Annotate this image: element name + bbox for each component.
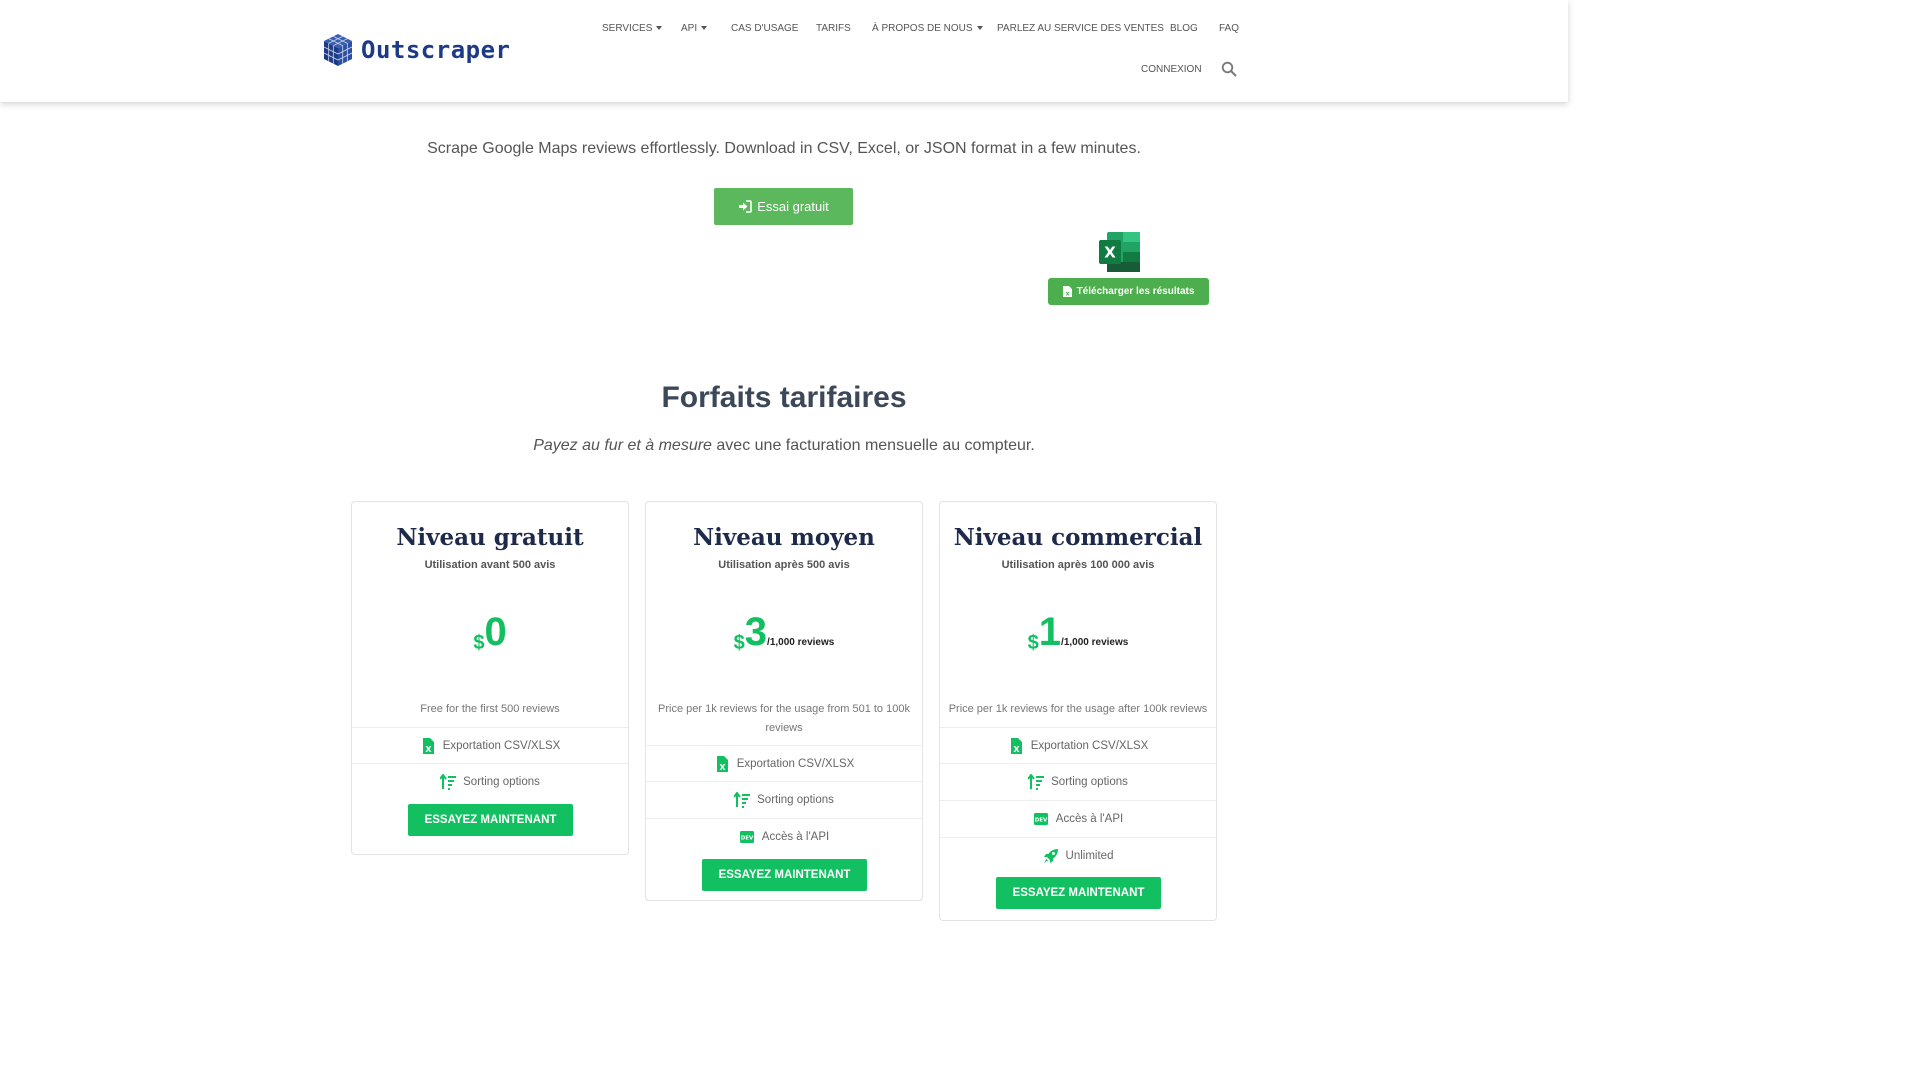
svg-text:DEV: DEV xyxy=(1035,818,1048,824)
feature-label: Sorting options xyxy=(463,776,540,788)
feature-label: Exportation CSV/XLSX xyxy=(442,740,561,752)
dev-icon: DEV xyxy=(739,831,754,843)
svg-text:X: X xyxy=(425,745,432,754)
svg-text:x: x xyxy=(1065,291,1069,298)
plan-card-free: Niveau gratuit Utilisation avant 500 avi… xyxy=(351,501,629,855)
nav-services-label: SERVICES xyxy=(602,23,653,34)
plan-usage: Utilisation après 500 avis xyxy=(718,559,850,571)
download-results-label: Télécharger les résultats xyxy=(1076,286,1195,297)
plan-usage: Utilisation après 100 000 avis xyxy=(1001,559,1155,571)
plan-description: Price per 1k reviews for the usage after… xyxy=(948,703,1208,715)
price-currency: $ xyxy=(1027,632,1039,654)
plan-card-medium: Niveau moyen Utilisation après 500 avis … xyxy=(645,501,923,901)
logo[interactable]: Outscraper xyxy=(323,33,511,67)
sort-icon xyxy=(1028,774,1045,790)
excel-file-icon: X xyxy=(422,738,434,754)
feature-row: DEV Accès à l'API xyxy=(940,800,1216,837)
sort-icon xyxy=(734,792,751,808)
sort-icon xyxy=(440,774,457,790)
svg-text:X: X xyxy=(719,763,726,772)
plan-price: $1/1,000 reviews xyxy=(940,610,1216,655)
nav-api[interactable]: API xyxy=(681,23,708,34)
feature-row: X Exportation CSV/XLSX xyxy=(646,745,922,782)
price-unit: /1,000 reviews xyxy=(767,637,835,648)
svg-text:X: X xyxy=(1104,244,1116,262)
search-icon[interactable] xyxy=(1221,61,1237,77)
feature-row: X Exportation CSV/XLSX xyxy=(940,727,1216,764)
excel-icon: X xyxy=(1099,232,1140,272)
feature-label: Accès à l'API xyxy=(761,831,830,843)
plan-description: Price per 1k reviews for the usage from … xyxy=(658,703,910,734)
price-currency: $ xyxy=(733,632,745,654)
nav-about[interactable]: À PROPOS DE NOUS xyxy=(872,23,983,34)
feature-label: Exportation CSV/XLSX xyxy=(736,758,855,770)
nav-api-label: API xyxy=(681,23,698,34)
site-header: Outscraper SERVICES API CAS D'USAGE TARI… xyxy=(0,0,1568,102)
plan-description: Free for the first 500 reviews xyxy=(420,703,560,715)
nav-blog[interactable]: BLOG xyxy=(1170,23,1198,34)
pricing-subtitle: Payez au fur et à mesure avec une factur… xyxy=(0,437,1568,455)
feature-label: Sorting options xyxy=(1051,776,1128,788)
nav-services[interactable]: SERVICES xyxy=(602,23,663,34)
rocket-icon xyxy=(1043,849,1058,863)
feature-row: Sorting options xyxy=(646,781,922,818)
feature-row: X Exportation CSV/XLSX xyxy=(352,727,628,764)
feature-label: Accès à l'API xyxy=(1055,813,1124,825)
svg-text:DEV: DEV xyxy=(741,836,754,842)
feature-row: Sorting options xyxy=(352,763,628,800)
pricing-title: Forfaits tarifaires xyxy=(661,381,907,414)
feature-label: Exportation CSV/XLSX xyxy=(1030,740,1149,752)
price-unit: /1,000 reviews xyxy=(1061,637,1129,648)
sign-in-icon xyxy=(739,200,753,213)
price-amount: 3 xyxy=(744,610,768,654)
try-now-button[interactable]: ESSAYEZ MAINTENANT xyxy=(702,859,867,891)
file-excel-icon: x xyxy=(1062,286,1072,298)
svg-text:X: X xyxy=(1013,745,1020,754)
excel-file-icon: X xyxy=(1010,738,1022,754)
plan-usage: Utilisation avant 500 avis xyxy=(424,559,556,571)
caret-down-icon xyxy=(656,26,663,31)
free-trial-button[interactable]: Essai gratuit xyxy=(714,188,853,225)
price-currency: $ xyxy=(473,632,485,654)
pricing-subtitle-rest: avec une facturation mensuelle au compte… xyxy=(711,437,1035,454)
logo-text: Outscraper xyxy=(361,36,511,64)
caret-down-icon xyxy=(701,26,708,31)
dev-icon: DEV xyxy=(1033,813,1048,825)
nav-pricing[interactable]: TARIFS xyxy=(816,23,851,34)
download-results-button[interactable]: x Télécharger les résultats xyxy=(1048,278,1209,305)
price-amount: 1 xyxy=(1038,610,1062,654)
excel-file-icon: X xyxy=(716,756,728,772)
pricing-subtitle-emphasis: Payez au fur et à mesure xyxy=(533,437,712,454)
plan-price: $0 xyxy=(352,610,628,655)
hero-subtitle: Scrape Google Maps reviews effortlessly.… xyxy=(427,140,1141,157)
nav-login[interactable]: CONNEXION xyxy=(1141,64,1202,75)
feature-row: Sorting options xyxy=(940,763,1216,800)
try-now-button[interactable]: ESSAYEZ MAINTENANT xyxy=(996,877,1161,909)
plan-name: Niveau commercial xyxy=(953,524,1203,551)
plan-name: Niveau moyen xyxy=(693,524,875,551)
price-amount: 0 xyxy=(484,610,507,654)
feature-row: Unlimited xyxy=(940,837,1216,874)
logo-cube-icon xyxy=(323,34,353,66)
free-trial-label: Essai gratuit xyxy=(757,199,829,214)
nav-use-cases[interactable]: CAS D'USAGE xyxy=(731,23,798,34)
feature-row: DEV Accès à l'API xyxy=(646,818,922,855)
plan-card-business: Niveau commercial Utilisation après 100 … xyxy=(939,501,1217,921)
caret-down-icon xyxy=(976,26,983,31)
nav-faq[interactable]: FAQ xyxy=(1219,23,1239,34)
nav-contact-sales[interactable]: PARLEZ AU SERVICE DES VENTES xyxy=(997,23,1164,34)
try-now-button[interactable]: ESSAYEZ MAINTENANT xyxy=(408,804,573,836)
plan-price: $3/1,000 reviews xyxy=(646,610,922,655)
nav-about-label: À PROPOS DE NOUS xyxy=(872,23,973,34)
feature-label: Sorting options xyxy=(757,794,834,806)
plan-name: Niveau gratuit xyxy=(396,524,584,551)
feature-label: Unlimited xyxy=(1065,850,1114,862)
